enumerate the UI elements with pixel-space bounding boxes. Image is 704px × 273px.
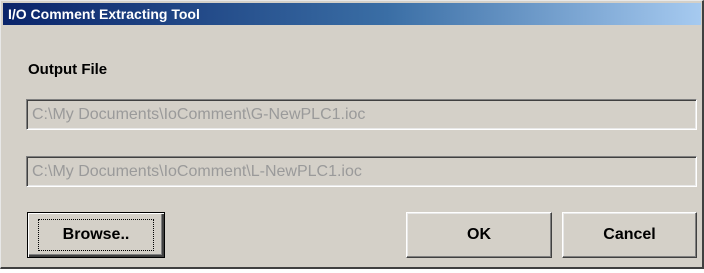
output-file-label: Output File [28,61,108,78]
browse-button-label: Browse.. [37,219,155,251]
io-comment-dialog: I/O Comment Extracting Tool Output File … [0,0,704,269]
output-file-field-1: C:\My Documents\IoComment\G-NewPLC1.ioc [26,99,697,130]
cancel-button[interactable]: Cancel [562,212,697,258]
output-file-field-2: C:\My Documents\IoComment\L-NewPLC1.ioc [26,156,697,187]
browse-button[interactable]: Browse.. [27,212,165,258]
title-bar[interactable]: I/O Comment Extracting Tool [3,3,701,25]
ok-button[interactable]: OK [406,212,552,258]
